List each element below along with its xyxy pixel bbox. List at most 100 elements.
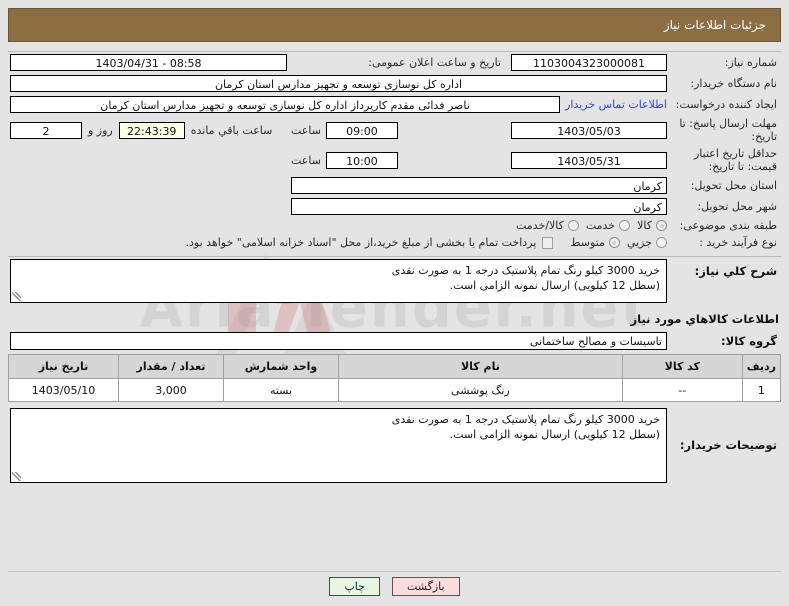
summary-table: شرح کلي نیاز: خرید 3000 کیلو رنگ تمام پل… bbox=[8, 257, 781, 305]
remaining-days-input[interactable]: 2 bbox=[9, 121, 82, 139]
announce-datetime-label: تاریخ و ساعت اعلان عمومی: bbox=[368, 56, 501, 69]
category-label: طبقه بندی موضوعی: bbox=[679, 219, 777, 232]
col-need-date: تاریخ نیاز bbox=[8, 354, 119, 379]
need-number-label: شماره نیاز: bbox=[724, 56, 777, 69]
delivery-province-input[interactable]: کرمان bbox=[291, 177, 667, 194]
footer-divider bbox=[8, 571, 781, 572]
page-title: جزئیات اطلاعات نیاز bbox=[663, 18, 766, 32]
goods-group-row: گروه کالا: تاسیسات و مصالح ساختمانی bbox=[8, 330, 781, 352]
price-validity-spacer bbox=[8, 145, 289, 175]
goods-group-input[interactable]: تاسیسات و مصالح ساختمانی bbox=[10, 332, 667, 350]
buyer-org-label: نام دستگاه خریدار: bbox=[690, 77, 777, 90]
category-option-kala-khedmat[interactable]: کالا/خدمت bbox=[516, 219, 579, 232]
reply-deadline-time-cell: ساعت 09:00 bbox=[289, 115, 509, 145]
col-quantity: تعداد / مقدار bbox=[118, 354, 224, 379]
requester-input[interactable]: ناصر فدائی مقدم کارپرداز اداره کل نوسازی… bbox=[9, 96, 561, 113]
reply-deadline-time-input[interactable]: 09:00 bbox=[325, 121, 398, 139]
delivery-province-field-cell: کرمان bbox=[289, 175, 669, 196]
price-validity-label: حداقل تاریخ اعتبار قیمت: تا تاریخ: bbox=[693, 147, 777, 173]
process-option-label: جزیي bbox=[626, 236, 652, 249]
footer-actions: بازگشت چاپ bbox=[0, 577, 789, 596]
cell-need-date: 1403/05/10 bbox=[8, 378, 119, 402]
category-option-label: خدمت bbox=[585, 219, 616, 232]
radio-icon[interactable] bbox=[656, 237, 667, 248]
delivery-city-field-cell: کرمان bbox=[289, 196, 669, 217]
process-option-jozii[interactable]: جزیي bbox=[627, 236, 667, 249]
buyer-contact-link[interactable]: اطلاعات تماس خریدار bbox=[565, 98, 667, 111]
radio-icon[interactable] bbox=[619, 220, 631, 231]
print-button[interactable]: چاپ bbox=[329, 577, 380, 596]
reply-deadline-date-input[interactable]: 1403/05/03 bbox=[511, 121, 667, 139]
buyer-org-input[interactable]: اداره کل نوسازی توسعه و تجهیز مدارس استا… bbox=[9, 75, 667, 92]
radio-icon[interactable] bbox=[656, 220, 667, 231]
category-option-kala[interactable]: کالا bbox=[637, 219, 667, 232]
price-validity-date-cell: 1403/05/31 bbox=[509, 145, 669, 175]
cell-row-number: 1 bbox=[741, 378, 782, 402]
need-info-panel: شماره نیاز: 1103004323000081 تاریخ و ساع… bbox=[8, 51, 781, 257]
form-row-buyer-org: نام دستگاه خریدار: اداره کل نوسازی توسعه… bbox=[8, 73, 781, 94]
category-option-khedmat[interactable]: خدمت bbox=[585, 219, 631, 232]
cell-item-code: -- bbox=[621, 378, 743, 402]
goods-group-table: گروه کالا: تاسیسات و مصالح ساختمانی bbox=[8, 330, 781, 352]
buyer-notes-textarea[interactable]: خرید 3000 کیلو رنگ تمام پلاستیک درجه 1 ب… bbox=[10, 408, 667, 483]
form-row-delivery-city: شهر محل تحویل: کرمان bbox=[8, 196, 781, 217]
form-row-delivery-province: استان محل تحویل: کرمان bbox=[8, 175, 781, 196]
items-table-header-row: ردیف کد کالا نام کالا واحد شمارش تعداد /… bbox=[8, 354, 782, 379]
reply-deadline-date-cell: 1403/05/03 bbox=[509, 115, 669, 145]
announce-datetime-input[interactable]: 08:58 - 1403/04/31 bbox=[9, 54, 287, 71]
price-validity-time-input[interactable]: 10:00 bbox=[325, 151, 398, 169]
goods-group-label: گروه کالا: bbox=[721, 333, 777, 348]
cell-quantity: 3,000 bbox=[118, 378, 224, 402]
need-number-input[interactable]: 1103004323000081 bbox=[511, 54, 667, 71]
page-header: جزئیات اطلاعات نیاز bbox=[8, 8, 781, 42]
treasury-docs-checkbox-row[interactable]: پرداخت تمام یا بخشی از مبلغ خرید،از محل … bbox=[186, 236, 554, 249]
announce-datetime-field-cell: 08:58 - 1403/04/31 bbox=[8, 52, 289, 73]
delivery-province-spacer bbox=[8, 175, 289, 196]
process-option-motevaset[interactable]: متوسط bbox=[570, 236, 620, 249]
reply-deadline-hour-label: ساعت bbox=[291, 123, 321, 137]
delivery-city-spacer bbox=[8, 196, 289, 217]
delivery-province-label: استان محل تحویل: bbox=[690, 179, 777, 192]
col-unit: واحد شمارش bbox=[223, 354, 339, 379]
summary-row: شرح کلي نیاز: خرید 3000 کیلو رنگ تمام پل… bbox=[8, 257, 781, 305]
summary-section: شرح کلي نیاز: خرید 3000 کیلو رنگ تمام پل… bbox=[8, 257, 781, 305]
reply-deadline-label: مهلت ارسال پاسخ: تا تاریخ: bbox=[679, 117, 777, 143]
price-validity-hour-label: ساعت bbox=[291, 153, 321, 167]
radio-icon[interactable] bbox=[567, 220, 579, 231]
delivery-city-input[interactable]: کرمان bbox=[291, 198, 667, 215]
form-row-requester: ایجاد کننده درخواست: ناصر فدائی مقدم کار… bbox=[8, 94, 781, 115]
summary-textarea[interactable]: خرید 3000 کیلو رنگ تمام پلاستیک درجه 1 ب… bbox=[10, 259, 667, 303]
process-option-label: متوسط bbox=[570, 236, 605, 249]
price-validity-date-input[interactable]: 1403/05/31 bbox=[511, 151, 667, 169]
requester-label: ایجاد کننده درخواست: bbox=[675, 98, 777, 111]
category-option-label: کالا/خدمت bbox=[516, 219, 564, 232]
goods-section: اطلاعات کالاهاي مورد نیاز گروه کالا: تاس… bbox=[8, 305, 782, 402]
goods-section-title: اطلاعات کالاهاي مورد نیاز bbox=[630, 312, 779, 326]
form-row-category: طبقه بندی موضوعی: کالا خدمت کالا/خدمت bbox=[8, 217, 781, 234]
process-type-label: نوع فرآیند خرید : bbox=[699, 236, 777, 249]
category-option-label: کالا bbox=[637, 219, 652, 232]
buyer-notes-table: توضیحات خریدار: خرید 3000 کیلو رنگ تمام … bbox=[8, 406, 781, 485]
checkbox-icon[interactable] bbox=[542, 236, 554, 249]
form-row-price-validity: حداقل تاریخ اعتبار قیمت: تا تاریخ: 1403/… bbox=[8, 145, 781, 175]
delivery-city-label: شهر محل تحویل: bbox=[697, 200, 777, 213]
items-table: ردیف کد کالا نام کالا واحد شمارش تعداد /… bbox=[8, 354, 782, 402]
need-number-field-cell: 1103004323000081 bbox=[509, 52, 669, 73]
back-button[interactable]: بازگشت bbox=[391, 577, 460, 596]
buyer-notes-field-cell: خرید 3000 کیلو رنگ تمام پلاستیک درجه 1 ب… bbox=[8, 406, 669, 485]
buyer-notes-row: توضیحات خریدار: خرید 3000 کیلو رنگ تمام … bbox=[8, 406, 781, 485]
buyer-org-field-cell: اداره کل نوسازی توسعه و تجهیز مدارس استا… bbox=[8, 73, 669, 94]
cell-item-name: رنگ پوششی bbox=[338, 378, 623, 402]
col-row-number: ردیف bbox=[741, 354, 782, 379]
remaining-time-suffix-label: ساعت باقي مانده bbox=[190, 123, 273, 137]
form-row-need-number: شماره نیاز: 1103004323000081 تاریخ و ساع… bbox=[8, 52, 781, 73]
radio-icon[interactable] bbox=[608, 237, 620, 248]
requester-field-cell: ناصر فدائی مقدم کارپرداز اداره کل نوسازی… bbox=[8, 94, 669, 115]
form-row-reply-deadline: مهلت ارسال پاسخ: تا تاریخ: 1403/05/03 سا… bbox=[8, 115, 781, 145]
goods-group-field-cell: تاسیسات و مصالح ساختمانی bbox=[8, 330, 669, 352]
remaining-days-label: روز و bbox=[87, 123, 113, 137]
summary-field-cell: خرید 3000 کیلو رنگ تمام پلاستیک درجه 1 ب… bbox=[8, 257, 669, 305]
price-validity-time-cell: ساعت 10:00 bbox=[289, 145, 509, 175]
col-item-name: نام کالا bbox=[338, 354, 623, 379]
table-row: 1 -- رنگ پوششی بسته 3,000 1403/05/10 bbox=[8, 378, 782, 402]
